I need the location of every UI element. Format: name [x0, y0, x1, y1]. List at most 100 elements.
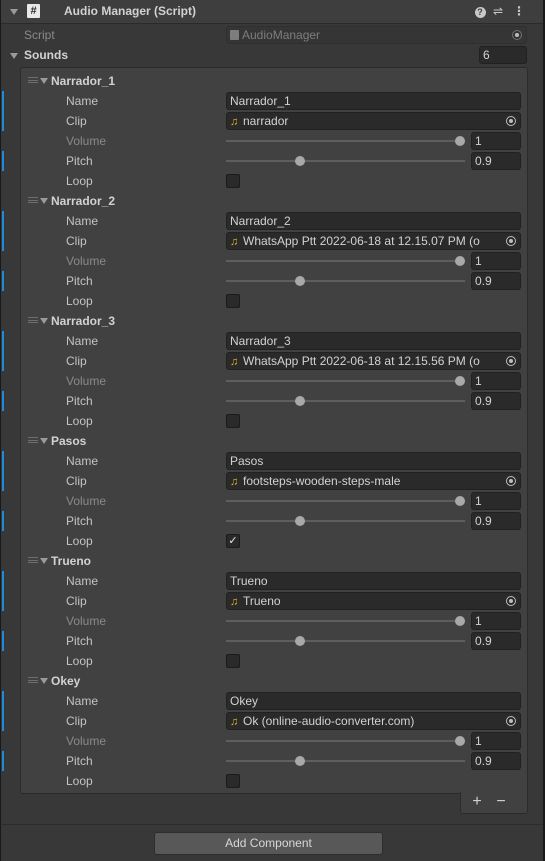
clip-field[interactable]: ♫ footsteps-wooden-steps-male	[226, 472, 521, 490]
pitch-value-field[interactable]: 0.9	[471, 512, 521, 530]
volume-slider-thumb[interactable]	[455, 736, 465, 746]
clip-value: footsteps-wooden-steps-male	[243, 474, 401, 488]
presets-icon[interactable]: ⇌	[491, 4, 505, 18]
name-input[interactable]: Narrador_3	[226, 332, 521, 350]
kebab-menu-icon[interactable]: ⋮	[512, 4, 526, 18]
object-picker-icon[interactable]	[506, 596, 516, 606]
pitch-slider-track[interactable]	[226, 280, 465, 282]
name-input[interactable]: Trueno	[226, 572, 521, 590]
script-hash-icon: #	[27, 4, 40, 18]
name-input[interactable]: Pasos	[226, 452, 521, 470]
element-foldout-icon[interactable]	[40, 318, 48, 324]
volume-slider-track[interactable]	[226, 740, 465, 742]
volume-slider-thumb[interactable]	[455, 496, 465, 506]
element-foldout-icon[interactable]	[40, 198, 48, 204]
object-picker-icon[interactable]	[506, 716, 516, 726]
loop-label: Loop	[66, 294, 93, 308]
modified-indicator	[2, 231, 4, 251]
clip-field[interactable]: ♫ WhatsApp Ptt 2022-06-18 at 12.15.56 PM …	[226, 352, 521, 370]
pitch-slider-track[interactable]	[226, 400, 465, 402]
clip-field[interactable]: ♫ narrador	[226, 112, 521, 130]
volume-label: Volume	[66, 614, 107, 628]
volume-slider-thumb[interactable]	[455, 616, 465, 626]
drag-handle-icon[interactable]	[28, 197, 38, 203]
object-picker-icon[interactable]	[506, 476, 516, 486]
pitch-slider-track[interactable]	[226, 760, 465, 762]
pitch-value-field[interactable]: 0.9	[471, 632, 521, 650]
pitch-slider-thumb[interactable]	[295, 756, 305, 766]
drag-handle-icon[interactable]	[28, 437, 38, 443]
pitch-value-field[interactable]: 0.9	[471, 272, 521, 290]
modified-indicator	[2, 591, 4, 611]
list-element-header[interactable]: Pasos	[22, 431, 526, 451]
sounds-count-field[interactable]: 6	[479, 46, 527, 64]
clip-label: Clip	[66, 594, 87, 608]
volume-slider-track[interactable]	[226, 260, 465, 262]
pitch-value-field[interactable]: 0.9	[471, 392, 521, 410]
pitch-slider-track[interactable]	[226, 640, 465, 642]
volume-value-field[interactable]: 1	[471, 612, 521, 630]
volume-slider-thumb[interactable]	[455, 376, 465, 386]
volume-value-field[interactable]: 1	[471, 492, 521, 510]
add-element-button[interactable]: +	[465, 792, 489, 812]
volume-slider-track[interactable]	[226, 620, 465, 622]
sounds-foldout-icon[interactable]	[10, 53, 18, 59]
pitch-slider-track[interactable]	[226, 520, 465, 522]
pitch-slider-thumb[interactable]	[295, 636, 305, 646]
element-foldout-icon[interactable]	[40, 678, 48, 684]
loop-checkbox[interactable]: ✓	[226, 534, 240, 548]
loop-checkbox[interactable]	[226, 774, 240, 788]
volume-slider-track[interactable]	[226, 380, 465, 382]
drag-handle-icon[interactable]	[28, 557, 38, 563]
volume-slider-track[interactable]	[226, 140, 465, 142]
name-input[interactable]: Narrador_2	[226, 212, 521, 230]
clip-field[interactable]: ♫ WhatsApp Ptt 2022-06-18 at 12.15.07 PM …	[226, 232, 521, 250]
name-input[interactable]: Narrador_1	[226, 92, 521, 110]
pitch-slider-thumb[interactable]	[295, 396, 305, 406]
object-picker-icon[interactable]	[506, 116, 516, 126]
pitch-slider-thumb[interactable]	[295, 276, 305, 286]
element-foldout-icon[interactable]	[40, 558, 48, 564]
sounds-label[interactable]: Sounds	[24, 48, 68, 62]
help-icon[interactable]: ?	[473, 4, 487, 18]
pitch-slider-thumb[interactable]	[295, 516, 305, 526]
volume-slider-thumb[interactable]	[455, 136, 465, 146]
drag-handle-icon[interactable]	[28, 77, 38, 83]
pitch-slider-thumb[interactable]	[295, 156, 305, 166]
volume-value-field[interactable]: 1	[471, 132, 521, 150]
list-element-header[interactable]: Narrador_3	[22, 311, 526, 331]
remove-element-button[interactable]: −	[489, 792, 513, 812]
element-foldout-icon[interactable]	[40, 438, 48, 444]
clip-field[interactable]: ♫ Trueno	[226, 592, 521, 610]
list-element-header[interactable]: Narrador_2	[22, 191, 526, 211]
element-foldout-icon[interactable]	[40, 78, 48, 84]
component-foldout-icon[interactable]	[10, 9, 18, 15]
audio-clip-note-icon: ♫	[230, 116, 239, 128]
volume-value-field[interactable]: 1	[471, 252, 521, 270]
volume-value-field[interactable]: 1	[471, 372, 521, 390]
volume-slider-thumb[interactable]	[455, 256, 465, 266]
pitch-value-field[interactable]: 0.9	[471, 752, 521, 770]
element-title: Narrador_2	[51, 194, 116, 208]
object-picker-icon[interactable]	[506, 236, 516, 246]
list-element-header[interactable]: Okey	[22, 671, 526, 691]
drag-handle-icon[interactable]	[28, 317, 38, 323]
list-element-header[interactable]: Trueno	[22, 551, 526, 571]
object-picker-icon[interactable]	[506, 356, 516, 366]
loop-checkbox[interactable]	[226, 414, 240, 428]
add-component-button[interactable]: Add Component	[154, 832, 383, 855]
loop-checkbox[interactable]	[226, 654, 240, 668]
loop-checkbox[interactable]	[226, 294, 240, 308]
volume-value-field[interactable]: 1	[471, 732, 521, 750]
pitch-slider-track[interactable]	[226, 160, 465, 162]
drag-handle-icon[interactable]	[28, 677, 38, 683]
clip-label: Clip	[66, 114, 87, 128]
component-header[interactable]: # Audio Manager (Script) ? ⇌ ⋮	[1, 0, 543, 24]
list-element-header[interactable]: Narrador_1	[22, 71, 526, 91]
loop-checkbox[interactable]	[226, 174, 240, 188]
clip-field[interactable]: ♫ Ok (online-audio-converter.com)	[226, 712, 521, 730]
name-input[interactable]: Okey	[226, 692, 521, 710]
script-value: AudioManager	[242, 28, 321, 42]
pitch-value-field[interactable]: 0.9	[471, 152, 521, 170]
volume-slider-track[interactable]	[226, 500, 465, 502]
